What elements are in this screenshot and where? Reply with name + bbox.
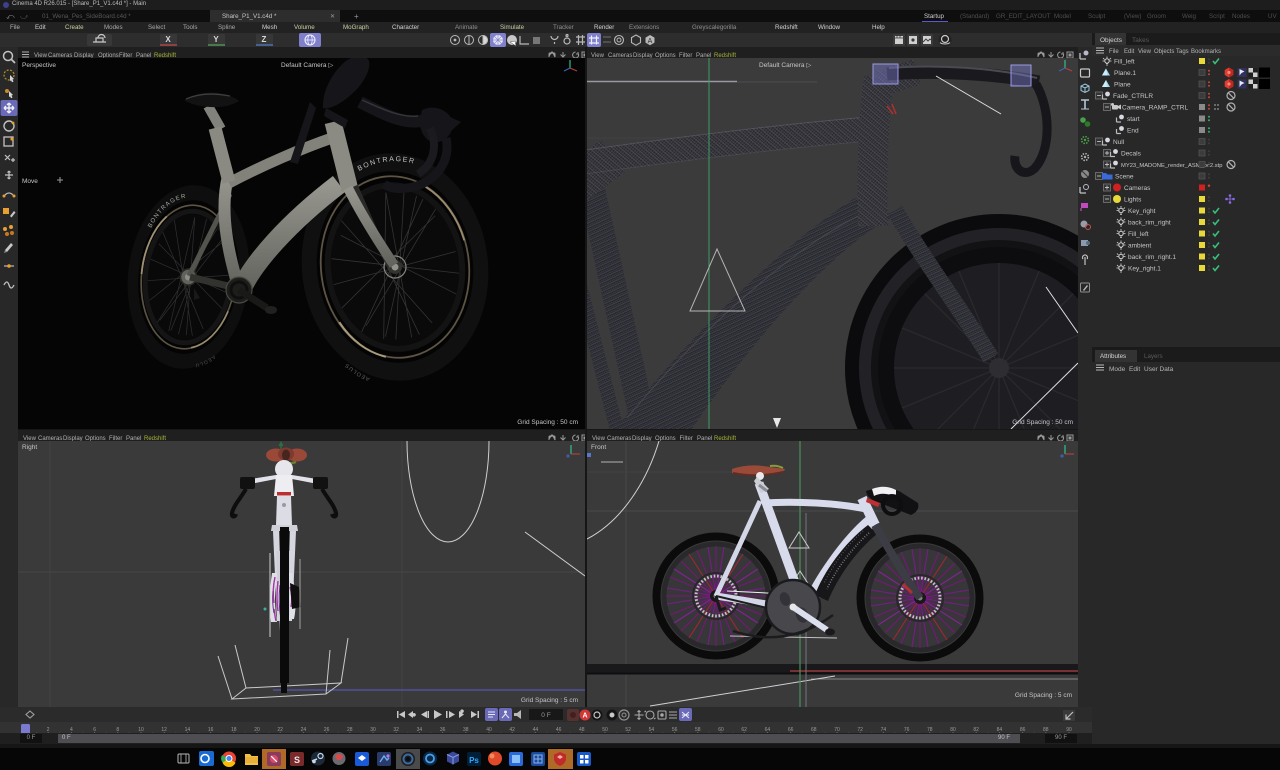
svg-text:Decals: Decals (1121, 151, 1142, 158)
svg-text:back_rim_right: back_rim_right (1128, 220, 1171, 227)
svg-text:Objects: Objects (1100, 37, 1123, 44)
svg-text:Camera_RAMP_CTRL: Camera_RAMP_CTRL (1122, 105, 1188, 112)
svg-text:Lights: Lights (1124, 197, 1142, 204)
svg-text:Grid Spacing : 5 cm: Grid Spacing : 5 cm (1015, 692, 1072, 699)
svg-text:Move: Move (22, 178, 38, 185)
svg-text:MY23_MADONE_render_ASM_oc2.stp: MY23_MADONE_render_ASM_oc2.stp (1121, 163, 1223, 169)
svg-text:View: View (1138, 49, 1152, 55)
svg-text:Grid Spacing : 50 cm: Grid Spacing : 50 cm (1012, 419, 1073, 426)
svg-text:User Data: User Data (1144, 366, 1174, 373)
svg-text:Front: Front (591, 444, 606, 451)
svg-text:Key_right.1: Key_right.1 (1128, 266, 1161, 273)
svg-text:S: S (294, 755, 300, 765)
svg-text:Default Camera ▷: Default Camera ▷ (281, 62, 334, 69)
svg-text:Mode: Mode (1109, 366, 1126, 373)
svg-text:Right: Right (22, 444, 37, 451)
svg-text:End: End (1127, 128, 1139, 135)
svg-text:A: A (648, 38, 653, 45)
svg-text:Fill_left: Fill_left (1114, 59, 1135, 66)
svg-text:Key_right: Key_right (1128, 208, 1156, 215)
svg-text:File: File (1109, 49, 1119, 55)
svg-text:Plane: Plane (1114, 82, 1131, 89)
svg-text:Z: Z (262, 35, 267, 44)
svg-text:Cameras: Cameras (1124, 185, 1151, 192)
svg-text:0 F: 0 F (541, 712, 550, 719)
svg-text:Perspective: Perspective (22, 62, 56, 69)
svg-text:Scene: Scene (1115, 174, 1134, 181)
svg-text:Ps: Ps (469, 756, 479, 765)
svg-text:Grid Spacing : 50 cm: Grid Spacing : 50 cm (517, 419, 578, 426)
svg-text:Objects: Objects (1154, 49, 1174, 55)
svg-text:A: A (582, 713, 587, 720)
svg-text:Grid Spacing : 5 cm: Grid Spacing : 5 cm (521, 697, 578, 704)
svg-text:Plane.1: Plane.1 (1114, 70, 1136, 77)
svg-text:Fade_CTRLR: Fade_CTRLR (1113, 93, 1153, 100)
svg-text:Tags: Tags (1176, 49, 1189, 55)
svg-text:Default Camera ▷: Default Camera ▷ (759, 62, 812, 69)
svg-text:ambient: ambient (1128, 243, 1151, 250)
svg-text:Y: Y (213, 35, 219, 44)
svg-text:X: X (165, 35, 171, 44)
svg-text:Bookmarks: Bookmarks (1191, 49, 1221, 55)
svg-text:Fill_left: Fill_left (1128, 231, 1149, 238)
svg-text:Edit: Edit (1124, 49, 1135, 55)
svg-text:Null: Null (1113, 139, 1125, 146)
svg-text:start: start (1127, 116, 1140, 123)
svg-text:Edit: Edit (1129, 366, 1140, 373)
svg-text:Takes: Takes (1132, 37, 1150, 44)
svg-text:back_rim_right.1: back_rim_right.1 (1128, 254, 1176, 261)
